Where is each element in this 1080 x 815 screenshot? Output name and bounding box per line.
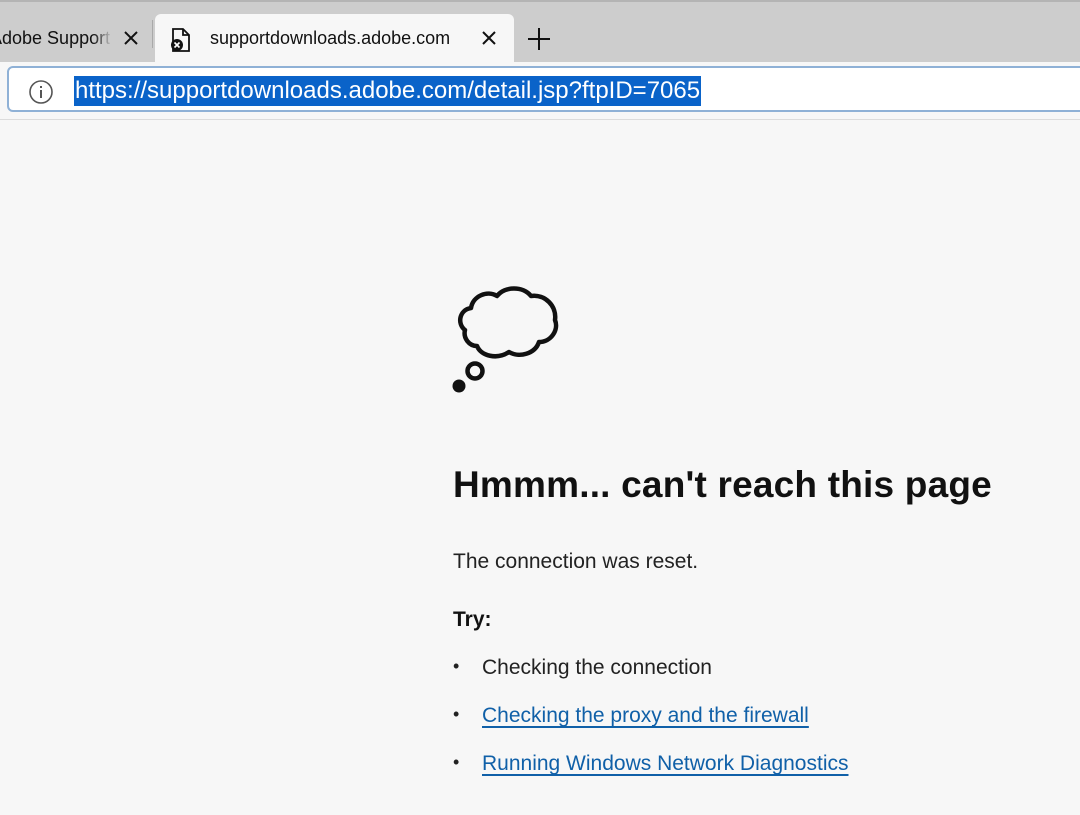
network-diagnostics-link[interactable]: Running Windows Network Diagnostics bbox=[482, 752, 849, 775]
list-item: • Running Windows Network Diagnostics bbox=[453, 752, 849, 800]
address-bar[interactable]: https://supportdownloads.adobe.com/detai… bbox=[7, 66, 1080, 112]
try-label: Try: bbox=[453, 608, 492, 631]
info-icon[interactable] bbox=[28, 79, 54, 105]
tab-strip: Adobe Support C supportdownloads.adobe.c… bbox=[0, 0, 1080, 64]
address-url-text[interactable]: https://supportdownloads.adobe.com/detai… bbox=[74, 76, 702, 106]
check-proxy-firewall-link[interactable]: Checking the proxy and the firewall bbox=[482, 704, 809, 727]
bullet-icon: • bbox=[453, 704, 460, 724]
browser-toolbar: https://supportdownloads.adobe.com/detai… bbox=[0, 62, 1080, 120]
suggestions-list: • Checking the connection • Checking the… bbox=[453, 656, 849, 800]
thought-bubble-icon bbox=[451, 284, 563, 396]
tab-title: supportdownloads.adobe.com bbox=[210, 28, 451, 48]
tab-divider bbox=[152, 20, 153, 48]
bullet-icon: • bbox=[453, 752, 460, 772]
tab-adobe-support[interactable]: Adobe Support C bbox=[0, 14, 152, 64]
page-error-icon bbox=[170, 27, 192, 53]
list-item: • Checking the proxy and the firewall bbox=[453, 704, 849, 752]
tab-title: Adobe Support C bbox=[0, 28, 112, 48]
close-icon[interactable] bbox=[120, 27, 142, 49]
bullet-icon: • bbox=[453, 656, 460, 676]
error-message: The connection was reset. bbox=[453, 550, 699, 573]
tab-supportdownloads[interactable]: supportdownloads.adobe.com bbox=[155, 14, 514, 64]
close-icon[interactable] bbox=[478, 27, 500, 49]
error-heading: Hmmm... can't reach this page bbox=[453, 464, 992, 505]
list-item: • Checking the connection bbox=[453, 656, 849, 704]
new-tab-plus-icon[interactable] bbox=[526, 26, 552, 52]
suggestion-check-connection: Checking the connection bbox=[482, 656, 712, 679]
